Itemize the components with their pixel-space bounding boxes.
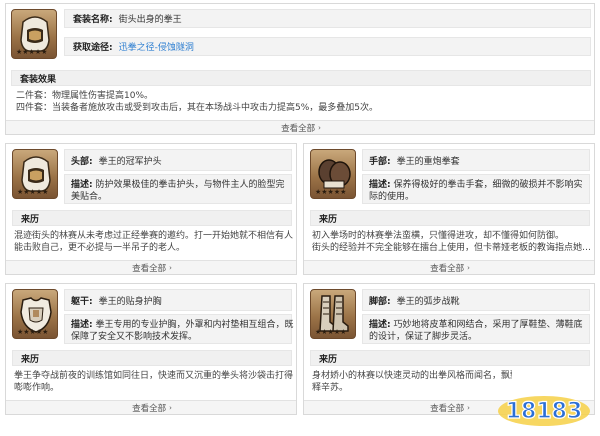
relic-desc-line: 际的使用。 xyxy=(369,192,415,202)
relic-desc-box: 描述: 保养得极好的拳击手套，细微的破损并不影响实 际的使用。 xyxy=(362,174,590,204)
relic-story-text: 混迹街头的林赛从未考虑过正经拳赛的邀约。打一开始她就不相信有人 能击败自己，更不… xyxy=(14,230,294,254)
relic-story-line: 初入拳场时的林赛拳法蛮横，只懂得进攻，却不懂得如何防御。 xyxy=(312,231,565,241)
set-icon-frame: ★★★★★ xyxy=(11,9,57,59)
relic-story-title: 来历 xyxy=(310,210,590,226)
relic-name-row: 躯干: 拳王的贴身护胸 xyxy=(64,289,292,311)
set-source-link[interactable]: 迅拳之径-侵蚀隧洞 xyxy=(119,40,194,53)
chevron-right-icon: › xyxy=(318,124,321,132)
rarity-stars: ★★★★★ xyxy=(16,48,48,56)
set-name-value: 街头出身的拳王 xyxy=(118,15,182,25)
relic-view-all-button[interactable]: 查看全部 › xyxy=(6,400,296,414)
relic-name-row: 手部: 拳王的重炮拳套 xyxy=(362,149,590,171)
relic-desc-box: 描述: 防护效果极佳的拳击护头，与物件主人的脸型完 美贴合。 xyxy=(64,174,292,204)
set-effect-line: 四件套：当装备者施放攻击或受到攻击后，其在本场战斗中攻击力提高5%，最多叠加5次… xyxy=(16,103,379,113)
relic-desc-label: 描述: xyxy=(369,320,391,330)
relic-desc-line: 防护效果极佳的拳击护头，与物件主人的脸型完 xyxy=(95,180,285,190)
relic-desc-box: 描述: 拳王专用的专业护胸，外罩和内衬垫相互组合，既 保障了安全又不影响技术发挥… xyxy=(64,314,294,344)
relic-slot-label: 头部: xyxy=(71,156,93,167)
watermark-logo: 18183 xyxy=(498,396,590,426)
rarity-stars: ★★★★★ xyxy=(315,328,347,336)
relic-desc-line: 保障了安全又不影响技术发挥。 xyxy=(71,332,198,342)
relic-panel-hands: ★★★★★ 手部: 拳王的重炮拳套 描述: 保养得极好的拳击手套，细微的破损并不… xyxy=(303,143,595,275)
relic-desc-line: 拳王专用的专业护胸，外罩和内衬垫相互组合，既 xyxy=(95,320,294,330)
relic-desc-box: 描述: 巧妙地将皮革和网结合，采用了厚鞋垫、薄鞋底 的设计，保证了脚步灵活。 xyxy=(362,314,590,344)
chevron-right-icon: › xyxy=(169,264,172,272)
relic-story-title: 来历 xyxy=(310,350,590,366)
rarity-stars: ★★★★★ xyxy=(315,188,347,196)
set-effect-title: 套装效果 xyxy=(11,70,591,86)
set-info-panel: ★★★★★ 套装名称: 街头出身的拳王 获取途径: 迅拳之径-侵蚀隧洞 套装效果… xyxy=(5,3,595,135)
relic-name-row: 脚部: 拳王的弧步战靴 xyxy=(362,289,590,311)
set-name-label: 套装名称: xyxy=(73,15,113,25)
set-effect-line: 二件套：物理属性伤害提高10%。 xyxy=(16,91,154,101)
relic-story-title: 来历 xyxy=(12,350,292,366)
relic-name: 拳王的冠军护头 xyxy=(98,156,162,167)
relic-desc-line: 的设计，保证了脚步灵活。 xyxy=(369,332,478,342)
set-view-all-button[interactable]: 查看全部 › xyxy=(6,120,594,134)
relic-desc-label: 描述: xyxy=(71,180,93,190)
relic-story-title: 来历 xyxy=(12,210,292,226)
relic-slot-label: 手部: xyxy=(369,156,391,167)
relic-slot-label: 躯干: xyxy=(71,296,93,307)
relic-story-text: 拳王争夺战前夜的训练馆如同往日，快速而又沉重的拳头将沙袋击打得 嘭嘭作响。 xyxy=(14,370,294,394)
chevron-right-icon: › xyxy=(169,404,172,412)
set-effect-text: 二件套：物理属性伤害提高10%。 四件套：当装备者施放攻击或受到攻击后，其在本场… xyxy=(16,90,591,114)
relic-name: 拳王的重炮拳套 xyxy=(396,156,460,167)
relic-story-line: 身材娇小的林赛以快速灵动的出拳风格而闻名，飘飘的步法轻易地解 xyxy=(312,371,512,381)
relic-desc-label: 描述: xyxy=(369,180,391,190)
set-name-row: 套装名称: 街头出身的拳王 xyxy=(64,9,591,28)
relic-icon-frame: ★★★★★ xyxy=(12,149,58,199)
relic-name: 拳王的弧步战靴 xyxy=(396,296,460,307)
relic-icon-frame: ★★★★★ xyxy=(12,289,58,339)
relic-panel-head: ★★★★★ 头部: 拳王的冠军护头 描述: 防护效果极佳的拳击护头，与物件主人的… xyxy=(5,143,297,275)
relic-desc-label: 描述: xyxy=(71,320,93,330)
rarity-stars: ★★★★★ xyxy=(17,328,49,336)
relic-story-line: 释辛苏。 xyxy=(312,383,349,393)
chevron-right-icon: › xyxy=(467,264,470,272)
relic-view-all-button[interactable]: 查看全部 › xyxy=(6,260,296,274)
relic-slot-label: 脚部: xyxy=(369,296,391,307)
relic-story-text: 身材娇小的林赛以快速灵动的出拳风格而闻名，飘飘的步法轻易地解 释辛苏。 xyxy=(312,370,512,394)
relic-story-line: 嘭嘭作响。 xyxy=(14,383,60,393)
relic-name: 拳王的贴身护胸 xyxy=(98,296,162,307)
rarity-stars: ★★★★★ xyxy=(17,188,49,196)
relic-icon-frame: ★★★★★ xyxy=(310,289,356,339)
relic-story-line: 拳王争夺战前夜的训练馆如同往日，快速而又沉重的拳头将沙袋击打得 xyxy=(14,371,294,381)
relic-view-all-button[interactable]: 查看全部 › xyxy=(304,260,594,274)
relic-story-line: 能击败自己，更不必提与一半吊子的老人。 xyxy=(14,243,186,253)
relic-name-row: 头部: 拳王的冠军护头 xyxy=(64,149,292,171)
relic-icon-frame: ★★★★★ xyxy=(310,149,356,199)
relic-desc-line: 巧妙地将皮革和网结合，采用了厚鞋垫、薄鞋底 xyxy=(393,320,583,330)
relic-story-line: 街头的经验并不完全能够在擂台上使用，但卡蒂娅老板的教诲指点她… xyxy=(312,243,592,253)
chevron-right-icon: › xyxy=(467,404,470,412)
relic-desc-line: 美贴合。 xyxy=(71,192,108,202)
relic-story-text: 初入拳场时的林赛拳法蛮横，只懂得进攻，却不懂得如何防御。 街头的经验并不完全能够… xyxy=(312,230,592,254)
relic-panel-body: ★★★★★ 躯干: 拳王的贴身护胸 描述: 拳王专用的专业护胸，外罩和内衬垫相互… xyxy=(5,283,297,415)
set-source-row: 获取途径: 迅拳之径-侵蚀隧洞 xyxy=(64,37,591,56)
set-source-label: 获取途径: xyxy=(73,43,113,53)
relic-desc-line: 保养得极好的拳击手套，细微的破损并不影响实 xyxy=(393,180,583,190)
relic-story-line: 混迹街头的林赛从未考虑过正经拳赛的邀约。打一开始她就不相信有人 xyxy=(14,231,294,241)
watermark-text: 18183 xyxy=(506,399,583,424)
